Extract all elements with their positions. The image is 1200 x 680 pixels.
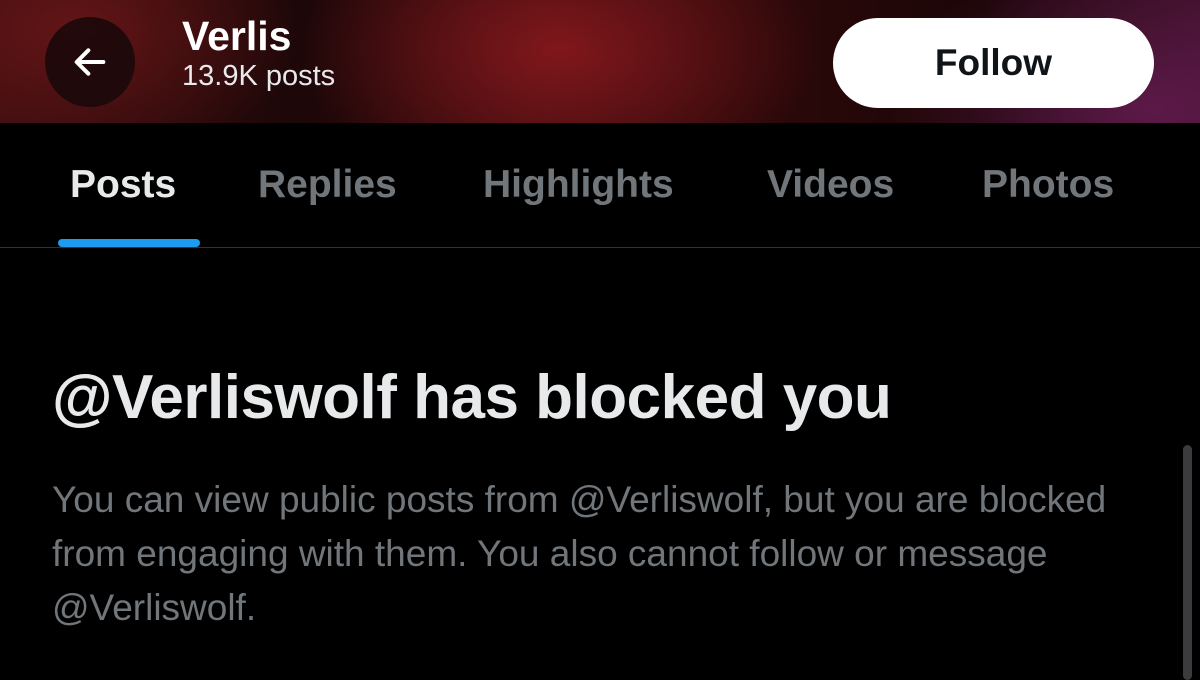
profile-name: Verlis <box>182 13 292 59</box>
tab-highlights[interactable]: Highlights <box>483 161 674 209</box>
tab-replies[interactable]: Replies <box>258 161 397 209</box>
profile-header: Verlis 13.9K posts Follow <box>0 0 1200 123</box>
post-count: 13.9K posts <box>182 60 336 92</box>
arrow-left-icon <box>74 48 106 76</box>
follow-button[interactable]: Follow <box>833 18 1154 108</box>
tab-posts[interactable]: Posts <box>70 161 176 209</box>
profile-tabs: Posts Replies Highlights Videos Photos <box>0 123 1200 248</box>
blocked-title: @Verliswolf has blocked you <box>52 363 892 432</box>
blocked-description: You can view public posts from @Verliswo… <box>52 479 1107 628</box>
active-tab-indicator <box>58 239 200 247</box>
tab-videos[interactable]: Videos <box>767 161 894 209</box>
back-button[interactable] <box>45 17 135 107</box>
tab-photos[interactable]: Photos <box>982 161 1114 209</box>
scrollbar[interactable] <box>1183 445 1192 680</box>
